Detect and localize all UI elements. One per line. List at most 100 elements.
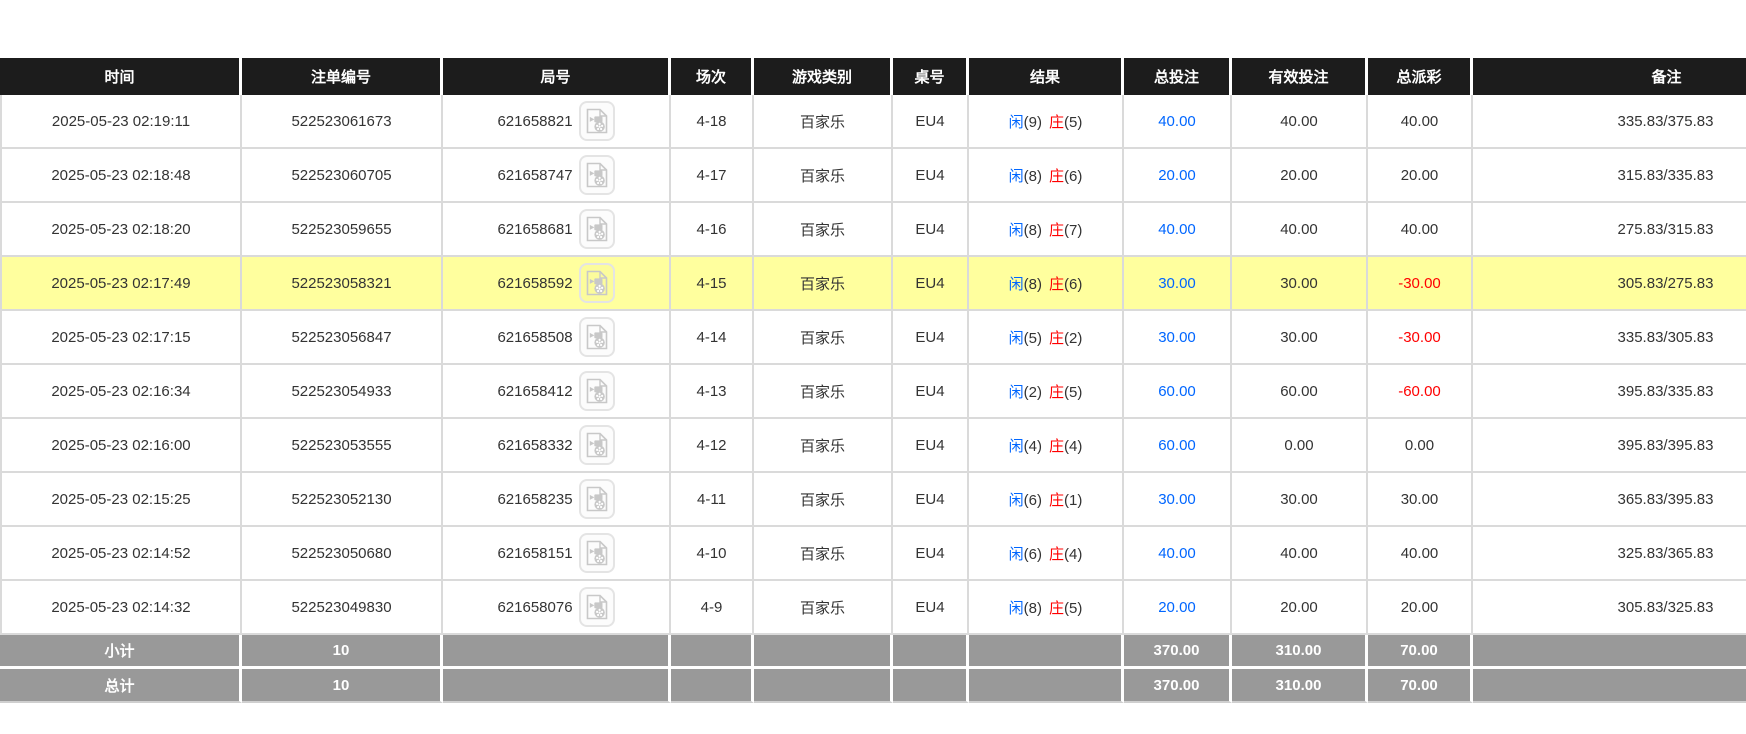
video-file-icon (586, 540, 608, 566)
total-bet-link[interactable]: 60.00 (1158, 437, 1196, 454)
banker-result-label: 庄 (1049, 276, 1064, 293)
video-replay-button[interactable] (579, 533, 615, 573)
column-header-total_payout: 总派彩 (1368, 58, 1473, 95)
cell-time: 2025-05-23 02:17:15 (0, 311, 242, 365)
banker-result-score: (6) (1064, 276, 1082, 293)
cell-total_payout: 30.00 (1368, 473, 1473, 527)
banker-result-score: (5) (1064, 384, 1082, 401)
cell-result: 闲(4)庄(4) (969, 419, 1124, 473)
banker-result-score: (4) (1064, 438, 1082, 455)
total-bet-link[interactable]: 40.00 (1158, 221, 1196, 238)
cell-game_type: 百家乐 (754, 527, 893, 581)
video-replay-button[interactable] (579, 371, 615, 411)
cell-round_id: 621658151 (443, 527, 671, 581)
cell-bet_id: 522523052130 (242, 473, 443, 527)
banker-result-score: (5) (1064, 600, 1082, 617)
cell-valid_bet: 40.00 (1232, 95, 1368, 149)
bet-records-table: 时间注单编号局号场次游戏类别桌号结果总投注有效投注总派彩备注 2025-05-2… (0, 58, 1746, 703)
video-replay-button[interactable] (579, 263, 615, 303)
video-file-icon (586, 324, 608, 350)
round-number: 621658235 (497, 491, 572, 508)
banker-result-label: 庄 (1049, 384, 1064, 401)
column-header-table_no: 桌号 (893, 58, 969, 95)
total-bet-link[interactable]: 20.00 (1158, 167, 1196, 184)
column-header-result: 结果 (969, 58, 1124, 95)
footer-cell-round_id (443, 669, 671, 703)
cell-game_type: 百家乐 (754, 311, 893, 365)
cell-round_id: 621658332 (443, 419, 671, 473)
cell-total_bet: 30.00 (1124, 473, 1232, 527)
table-row: 2025-05-23 02:17:49522523058321621658592… (0, 257, 1746, 311)
round-number: 621658592 (497, 275, 572, 292)
video-replay-button[interactable] (579, 155, 615, 195)
player-result-score: (8) (1024, 222, 1042, 239)
total-bet-link[interactable]: 40.00 (1158, 545, 1196, 562)
footer-cell-valid_bet: 310.00 (1232, 635, 1368, 669)
banker-result-label: 庄 (1049, 222, 1064, 239)
video-replay-button[interactable] (579, 209, 615, 249)
cell-valid_bet: 20.00 (1232, 581, 1368, 635)
cell-table_no: EU4 (893, 527, 969, 581)
cell-result: 闲(9)庄(5) (969, 95, 1124, 149)
banker-result-label: 庄 (1049, 168, 1064, 185)
footer-cell-total_payout: 70.00 (1368, 635, 1473, 669)
cell-valid_bet: 40.00 (1232, 203, 1368, 257)
banker-result-label: 庄 (1049, 600, 1064, 617)
total-bet-link[interactable]: 30.00 (1158, 491, 1196, 508)
cell-game_type: 百家乐 (754, 365, 893, 419)
cell-remark: 325.83/365.83 (1473, 527, 1746, 581)
footer-cell-table_no (893, 669, 969, 703)
round-id-group: 621658076 (445, 587, 667, 627)
player-result-label: 闲 (1009, 222, 1024, 239)
cell-time: 2025-05-23 02:14:32 (0, 581, 242, 635)
round-number: 621658332 (497, 437, 572, 454)
cell-result: 闲(5)庄(2) (969, 311, 1124, 365)
cell-bet_id: 522523049830 (242, 581, 443, 635)
table-row: 2025-05-23 02:16:00522523053555621658332… (0, 419, 1746, 473)
cell-bet_id: 522523060705 (242, 149, 443, 203)
player-result-score: (4) (1024, 438, 1042, 455)
banker-result-label: 庄 (1049, 492, 1064, 509)
video-replay-button[interactable] (579, 101, 615, 141)
banker-result-score: (6) (1064, 168, 1082, 185)
round-id-group: 621658508 (445, 317, 667, 357)
cell-total_payout: 40.00 (1368, 527, 1473, 581)
cell-round_id: 621658681 (443, 203, 671, 257)
round-number: 621658821 (497, 113, 572, 130)
player-result-label: 闲 (1009, 168, 1024, 185)
table-row: 2025-05-23 02:17:15522523056847621658508… (0, 311, 1746, 365)
cell-total_payout: -30.00 (1368, 257, 1473, 311)
total-bet-link[interactable]: 20.00 (1158, 599, 1196, 616)
video-replay-button[interactable] (579, 587, 615, 627)
round-number: 621658747 (497, 167, 572, 184)
footer-cell-time: 总计 (0, 669, 242, 703)
video-file-icon (586, 432, 608, 458)
cell-round_id: 621658747 (443, 149, 671, 203)
cell-game_type: 百家乐 (754, 473, 893, 527)
player-result-label: 闲 (1009, 600, 1024, 617)
player-result-label: 闲 (1009, 114, 1024, 131)
total-bet-link[interactable]: 30.00 (1158, 275, 1196, 292)
video-replay-button[interactable] (579, 317, 615, 357)
total-bet-link[interactable]: 30.00 (1158, 329, 1196, 346)
table-header-row: 时间注单编号局号场次游戏类别桌号结果总投注有效投注总派彩备注 (0, 58, 1746, 95)
player-result-score: (8) (1024, 168, 1042, 185)
banker-result-score: (4) (1064, 546, 1082, 563)
video-file-icon (586, 108, 608, 134)
records-table-viewport: 时间注单编号局号场次游戏类别桌号结果总投注有效投注总派彩备注 2025-05-2… (0, 58, 1746, 703)
cell-total_payout: 0.00 (1368, 419, 1473, 473)
total-bet-link[interactable]: 60.00 (1158, 383, 1196, 400)
video-replay-button[interactable] (579, 479, 615, 519)
player-result-label: 闲 (1009, 384, 1024, 401)
cell-result: 闲(6)庄(1) (969, 473, 1124, 527)
cell-remark: 315.83/335.83 (1473, 149, 1746, 203)
player-result-label: 闲 (1009, 438, 1024, 455)
cell-total_bet: 20.00 (1124, 581, 1232, 635)
cell-game_type: 百家乐 (754, 581, 893, 635)
video-replay-button[interactable] (579, 425, 615, 465)
player-result-label: 闲 (1009, 330, 1024, 347)
round-id-group: 621658681 (445, 209, 667, 249)
total-bet-link[interactable]: 40.00 (1158, 113, 1196, 130)
video-file-icon (586, 486, 608, 512)
cell-game_type: 百家乐 (754, 149, 893, 203)
